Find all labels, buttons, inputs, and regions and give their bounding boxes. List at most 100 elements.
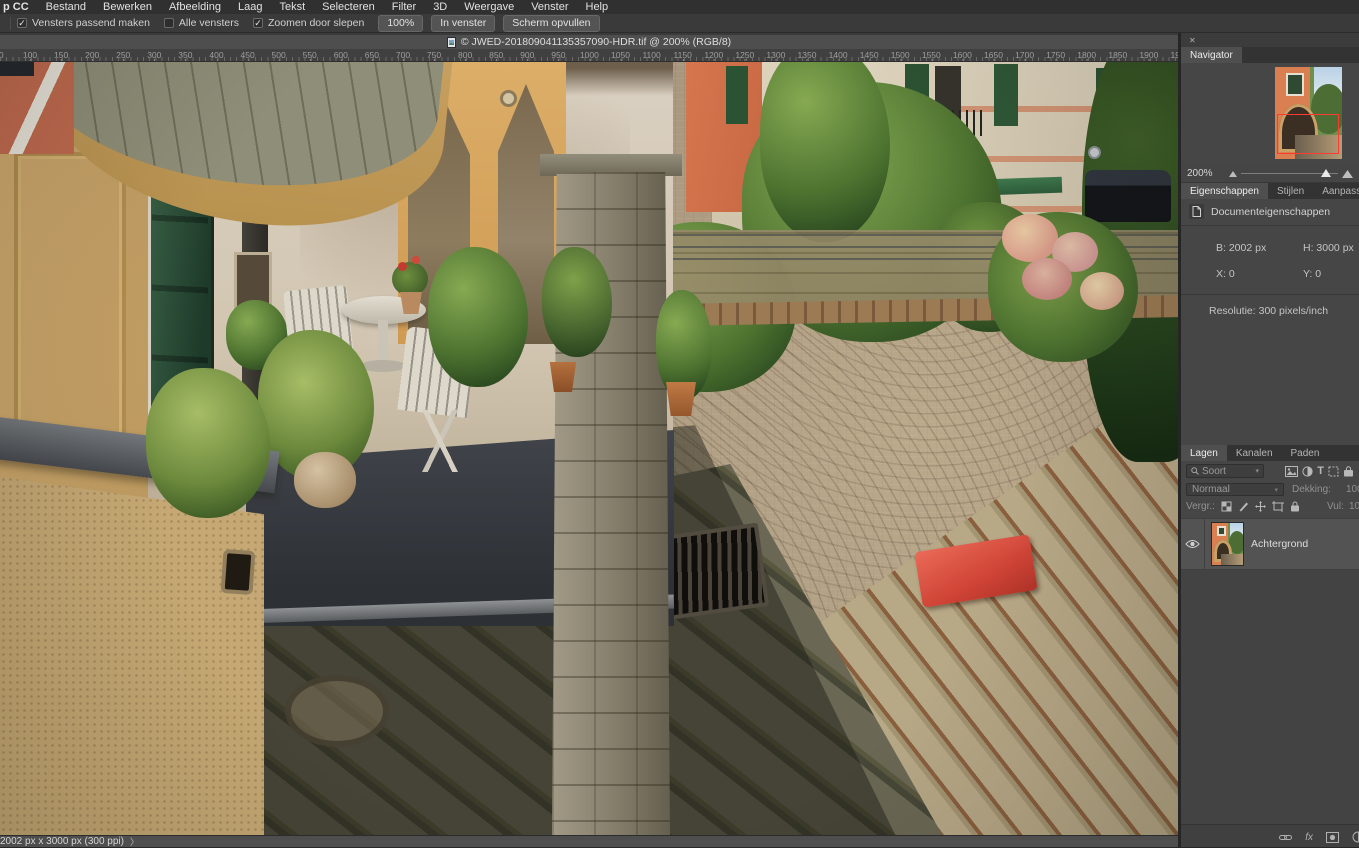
opacity-value[interactable]: 100% bbox=[1346, 484, 1359, 495]
ruler-label-1450: 1450 bbox=[860, 50, 879, 60]
menu-item-tekst[interactable]: Tekst bbox=[279, 1, 305, 13]
menu-item-filter[interactable]: Filter bbox=[392, 1, 416, 13]
layers-tab-row: LagenKanalenPaden bbox=[1181, 445, 1359, 461]
checkbox-unchecked[interactable] bbox=[164, 18, 174, 28]
navigator-zoom-slider[interactable] bbox=[1241, 173, 1338, 174]
option-button-scherm-opvullen[interactable]: Scherm opvullen bbox=[503, 15, 599, 32]
option-checkbox-label: Vensters passend maken bbox=[32, 17, 150, 29]
menu-item-bewerken[interactable]: Bewerken bbox=[103, 1, 152, 13]
menu-item-p-cc[interactable]: p CC bbox=[3, 1, 29, 13]
filter-pixel-layers-icon[interactable] bbox=[1285, 466, 1298, 477]
lock-position-icon[interactable] bbox=[1255, 501, 1266, 512]
fill-label: Vul: bbox=[1327, 501, 1344, 512]
tab-eigenschappen[interactable]: Eigenschappen bbox=[1181, 183, 1268, 199]
link-layers-icon[interactable] bbox=[1279, 833, 1292, 842]
ruler-label-1250: 1250 bbox=[735, 50, 754, 60]
layer-filter-select[interactable]: Soort ▾ bbox=[1186, 464, 1264, 478]
tab-aanpassingen[interactable]: Aanpassingen bbox=[1313, 183, 1359, 199]
menu-item-weergave[interactable]: Weergave bbox=[464, 1, 514, 13]
lock-row: Vergr.: Vul: 100% bbox=[1181, 498, 1359, 514]
blend-mode-select[interactable]: Normaal ▾ bbox=[1186, 483, 1284, 496]
zoom-out-mountain-icon[interactable] bbox=[1229, 170, 1237, 177]
menu-item-laag[interactable]: Laag bbox=[238, 1, 262, 13]
navigator-thumbnail[interactable] bbox=[1275, 67, 1342, 159]
lock-artboard-icon[interactable] bbox=[1272, 501, 1284, 512]
zoom-slider-thumb[interactable] bbox=[1321, 169, 1331, 177]
menu-item-selecteren[interactable]: Selecteren bbox=[322, 1, 375, 13]
filter-type-layers-icon[interactable]: T bbox=[1317, 465, 1324, 477]
layer-style-fx-icon[interactable]: fx bbox=[1305, 832, 1313, 843]
filter-smart-objects-icon[interactable] bbox=[1343, 466, 1354, 477]
tab-navigator[interactable]: Navigator bbox=[1181, 47, 1242, 63]
ruler-label-1350: 1350 bbox=[798, 50, 817, 60]
navigator-zoom-field[interactable]: 200% bbox=[1187, 168, 1223, 179]
fill-value[interactable]: 100% bbox=[1349, 501, 1359, 512]
document-title-bar[interactable]: © JWED-201809041135357090-HDR.tif @ 200%… bbox=[0, 35, 1178, 49]
menu-item-bestand[interactable]: Bestand bbox=[46, 1, 86, 13]
layer-name[interactable]: Achtergrond bbox=[1251, 538, 1308, 550]
options-buttons: 100% In venster Scherm opvullen bbox=[378, 15, 607, 32]
panel-close-icon[interactable]: ✕ bbox=[1189, 36, 1196, 45]
ruler-label-450: 450 bbox=[241, 50, 255, 60]
search-icon bbox=[1191, 467, 1199, 475]
ruler-label-400: 400 bbox=[209, 50, 223, 60]
new-adjustment-layer-icon[interactable] bbox=[1352, 831, 1359, 843]
tab-paden[interactable]: Paden bbox=[1282, 445, 1329, 461]
properties-field-row: B: 2002 pxH: 3000 px bbox=[1216, 242, 1359, 254]
layer-visibility-cell[interactable] bbox=[1181, 519, 1205, 569]
option-checkbox-alle-vensters[interactable]: Alle vensters bbox=[164, 17, 239, 29]
checkbox-checked[interactable]: ✓ bbox=[253, 18, 263, 28]
tab-kanalen[interactable]: Kanalen bbox=[1227, 445, 1282, 461]
add-layer-mask-icon[interactable] bbox=[1326, 832, 1339, 843]
status-chevron-icon[interactable]: 〉 bbox=[130, 835, 139, 848]
ruler-label-800: 800 bbox=[458, 50, 472, 60]
options-bar: ✓ Vensters passend maken Alle vensters ✓ Zoo… bbox=[0, 14, 1359, 33]
tab-lagen[interactable]: Lagen bbox=[1181, 445, 1227, 461]
filter-adjustment-layers-icon[interactable] bbox=[1302, 466, 1313, 477]
eye-icon[interactable] bbox=[1185, 539, 1200, 549]
blend-mode-value: Normaal bbox=[1192, 484, 1274, 495]
layer-thumbnail[interactable] bbox=[1211, 522, 1244, 566]
lock-paint-brush-icon[interactable] bbox=[1238, 501, 1249, 512]
lock-all-icon[interactable] bbox=[1290, 501, 1300, 512]
status-doc-size: 2002 px x 3000 px (300 ppi) bbox=[0, 836, 124, 847]
ruler-label-1650: 1650 bbox=[984, 50, 1003, 60]
options-separator bbox=[10, 17, 11, 30]
checkbox-checked[interactable]: ✓ bbox=[17, 18, 27, 28]
document-page-icon bbox=[1189, 204, 1204, 219]
ruler-label-100: 100 bbox=[23, 50, 37, 60]
option-checkbox-zoomen-door-slepen[interactable]: ✓ Zoomen door slepen bbox=[253, 17, 364, 29]
canvas-photo[interactable] bbox=[0, 62, 1178, 835]
ruler-label-1000: 1000 bbox=[580, 50, 599, 60]
navigator-view-rect[interactable] bbox=[1277, 114, 1339, 154]
property-value: B: 2002 px bbox=[1216, 242, 1303, 254]
ruler-label-300: 300 bbox=[147, 50, 161, 60]
thumb-window bbox=[1286, 73, 1304, 95]
document-status-bar: 2002 px x 3000 px (300 ppi) 〉 bbox=[0, 835, 1178, 847]
layer-filter-row: Soort ▾ T bbox=[1181, 461, 1359, 481]
menu-item-venster[interactable]: Venster bbox=[531, 1, 568, 13]
tab-stijlen[interactable]: Stijlen bbox=[1268, 183, 1313, 199]
horizontal-ruler[interactable]: 5010015020025030035040045050055060065070… bbox=[0, 49, 1178, 62]
menu-item-help[interactable]: Help bbox=[586, 1, 609, 13]
option-button-100[interactable]: 100% bbox=[378, 15, 423, 32]
panel-group-header: ✕ bbox=[1181, 33, 1359, 47]
menu-item-3d[interactable]: 3D bbox=[433, 1, 447, 13]
option-checkbox-vensters-passend-maken[interactable]: ✓ Vensters passend maken bbox=[17, 17, 150, 29]
ruler-label-750: 750 bbox=[427, 50, 441, 60]
filter-shape-layers-icon[interactable] bbox=[1328, 466, 1339, 477]
ruler-label-1150: 1150 bbox=[674, 50, 692, 60]
resolution-value: Resolutie: 300 pixels/inch bbox=[1181, 295, 1359, 317]
lock-transparency-icon[interactable] bbox=[1221, 501, 1232, 512]
property-value: H: 3000 px bbox=[1303, 242, 1354, 254]
option-checkbox-label: Zoomen door slepen bbox=[268, 17, 364, 29]
option-button-in-venster[interactable]: In venster bbox=[431, 15, 495, 32]
properties-section-title: Documenteigenschappen bbox=[1211, 206, 1330, 218]
layer-row-achtergrond[interactable]: Achtergrond bbox=[1181, 518, 1359, 570]
zoom-in-mountain-icon[interactable] bbox=[1342, 169, 1353, 178]
document-thumbnail-icon bbox=[447, 37, 456, 48]
document-title: © JWED-201809041135357090-HDR.tif @ 200%… bbox=[461, 36, 731, 48]
options-checkboxes: ✓ Vensters passend maken Alle vensters ✓ Zoo… bbox=[17, 17, 378, 29]
ruler-label-1750: 1750 bbox=[1046, 50, 1065, 60]
menu-item-afbeelding[interactable]: Afbeelding bbox=[169, 1, 221, 13]
